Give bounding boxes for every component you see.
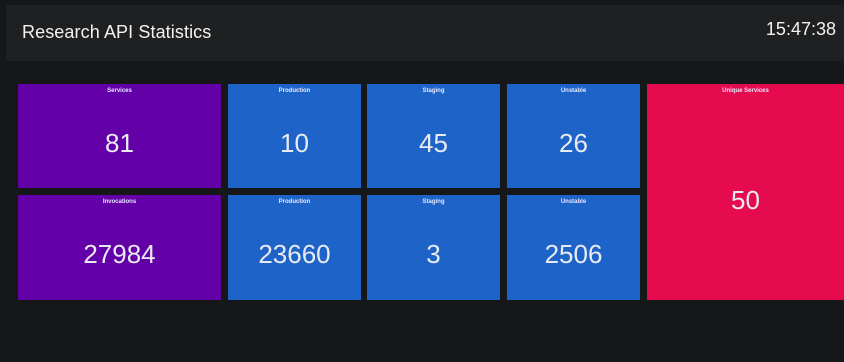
tile-label: Unstable	[560, 88, 587, 94]
tile-value: 2506	[544, 239, 603, 269]
invocations-production-tile: Production 23660	[228, 195, 361, 300]
tile-value: 45	[419, 128, 448, 158]
clock: 15:47:38	[765, 19, 836, 39]
tile-label: Services	[107, 88, 132, 94]
tile-label: Production	[278, 199, 311, 205]
services-production-tile: Production 10	[228, 84, 361, 188]
services-unstable-tile: Unstable 26	[507, 84, 640, 188]
tile-value: 10	[280, 128, 309, 158]
tile-label: Staging	[422, 88, 445, 94]
tile-value: 23660	[258, 239, 331, 269]
tile-label: Unstable	[560, 199, 587, 205]
tile-label: Invocations	[102, 199, 137, 205]
invocations-tile: Invocations 27984	[18, 195, 221, 300]
tile-value: 26	[559, 128, 588, 158]
dashboard: Research API Statistics 15:47:38 Service…	[0, 0, 844, 362]
tile-label: Unique Services	[722, 88, 769, 94]
tile-value: 3	[426, 239, 441, 269]
tile-value: 81	[105, 128, 134, 158]
tile-value: 50	[731, 185, 760, 215]
tile-label: Production	[278, 88, 311, 94]
page-title: Research API Statistics	[22, 22, 212, 42]
tile-value: 27984	[83, 239, 156, 269]
invocations-unstable-tile: Unstable 2506	[507, 195, 640, 300]
services-tile: Services 81	[18, 84, 221, 188]
services-staging-tile: Staging 45	[367, 84, 500, 188]
unique-services-tile: Unique Services 50	[647, 84, 844, 300]
tile-label: Staging	[422, 199, 445, 205]
invocations-staging-tile: Staging 3	[367, 195, 500, 300]
